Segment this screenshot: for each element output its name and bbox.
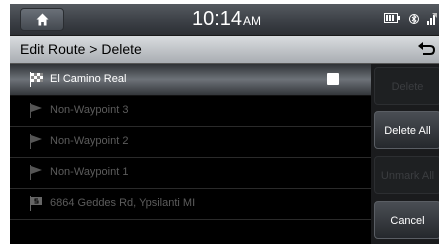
battery-icon [384,13,401,23]
route-item-label: Non-Waypoint 3 [50,104,129,116]
route-item-non-waypoint-3[interactable]: Non-Waypoint 3 [10,95,371,127]
route-item-start[interactable]: 6864 Geddes Rd, Ypsilanti MI [10,188,371,220]
status-icons [380,13,437,27]
nav-screen: 10:14AM Edit Route > Delete El Camino Re… [10,4,439,244]
route-list: El Camino Real Non-Waypoint 3 Non-Waypoi… [10,64,371,244]
clock-ampm: AM [243,14,262,28]
route-item-label: 6864 Geddes Rd, Ypsilanti MI [50,197,196,209]
action-button-panel: Delete Delete All Unmark All Cancel [371,64,439,244]
cancel-button[interactable]: Cancel [374,201,439,239]
signal-icon [427,13,437,25]
route-item-non-waypoint-1[interactable]: Non-Waypoint 1 [10,157,371,189]
back-arrow-icon [418,42,436,55]
page-title: Edit Route > Delete [20,41,142,57]
waypoint-flag-icon [30,134,42,149]
clock-time: 10:14 [191,8,243,30]
route-item-label: El Camino Real [50,73,127,85]
bluetooth-icon [408,14,419,24]
route-item-non-waypoint-2[interactable]: Non-Waypoint 2 [10,126,371,158]
route-item-label: Non-Waypoint 2 [50,135,129,147]
unmark-all-button[interactable]: Unmark All [374,156,439,194]
route-item-label: Non-Waypoint 1 [50,166,129,178]
back-button[interactable] [413,38,439,60]
waypoint-flag-icon [30,103,42,118]
title-bar: Edit Route > Delete [10,36,439,64]
route-item-el-camino-real[interactable]: El Camino Real [10,64,371,96]
finish-flag-icon [30,72,43,87]
waypoint-flag-icon [30,165,42,180]
clock: 10:14AM [10,6,439,34]
checkbox[interactable] [327,73,339,85]
status-bar: 10:14AM [10,4,439,36]
delete-button[interactable]: Delete [374,67,439,105]
start-flag-icon [30,196,42,211]
delete-all-button[interactable]: Delete All [374,111,439,149]
